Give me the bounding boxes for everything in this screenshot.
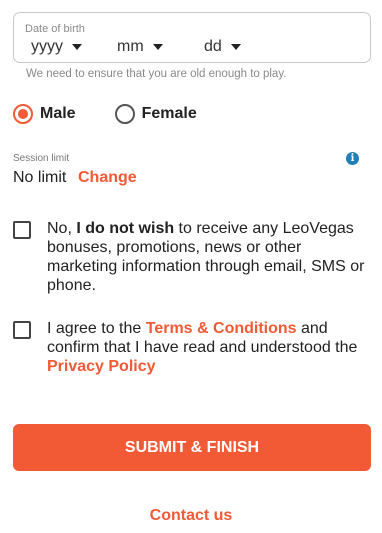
marketing-optout-text: No, I do not wish to receive any LeoVega…	[47, 219, 367, 295]
terms-text: I agree to the Terms & Conditions and co…	[47, 319, 367, 376]
chevron-down-icon	[72, 44, 82, 50]
marketing-optout-bold: I do not wish	[76, 220, 175, 237]
terms-row: I agree to the Terms & Conditions and co…	[13, 319, 371, 376]
radio-selected-icon	[13, 104, 33, 124]
month-select[interactable]: mm	[117, 38, 163, 56]
date-of-birth-label: Date of birth	[25, 23, 85, 35]
chevron-down-icon	[230, 44, 241, 50]
gender-radio-male-label: Male	[40, 105, 76, 122]
year-select[interactable]: yyyy	[31, 38, 82, 56]
info-icon[interactable]: i	[346, 152, 359, 165]
gender-radio-female[interactable]: Female	[114, 104, 197, 124]
session-limit-label: Session limit	[13, 153, 70, 164]
contact-us-link[interactable]: Contact us	[0, 507, 382, 525]
terms-conditions-link[interactable]: Terms & Conditions	[146, 320, 297, 337]
year-select-value: yyyy	[31, 38, 63, 55]
privacy-policy-link[interactable]: Privacy Policy	[47, 358, 156, 375]
session-limit-change-link[interactable]: Change	[78, 169, 137, 187]
chevron-down-icon	[152, 44, 163, 50]
terms-checkbox[interactable]	[13, 321, 31, 339]
day-select[interactable]: dd	[204, 38, 241, 56]
month-select-value: mm	[117, 38, 144, 55]
terms-prefix: I agree to the	[47, 320, 146, 337]
gender-radio-male[interactable]: Male	[13, 104, 76, 124]
marketing-optout-prefix: No,	[47, 220, 77, 237]
date-of-birth-hint: We need to ensure that you are old enoug…	[26, 68, 287, 80]
marketing-optout-row: No, I do not wish to receive any LeoVega…	[13, 219, 371, 295]
submit-finish-button[interactable]: SUBMIT & FINISH	[13, 424, 371, 471]
day-select-value: dd	[204, 38, 222, 55]
gender-radio-female-label: Female	[141, 105, 197, 122]
session-limit-value: No limit	[13, 169, 67, 186]
gender-radio-group: Male Female	[13, 104, 197, 124]
radio-unselected-icon	[114, 104, 135, 124]
marketing-optout-checkbox[interactable]	[13, 221, 31, 239]
date-of-birth-field: Date of birth yyyy mm dd	[13, 12, 371, 63]
